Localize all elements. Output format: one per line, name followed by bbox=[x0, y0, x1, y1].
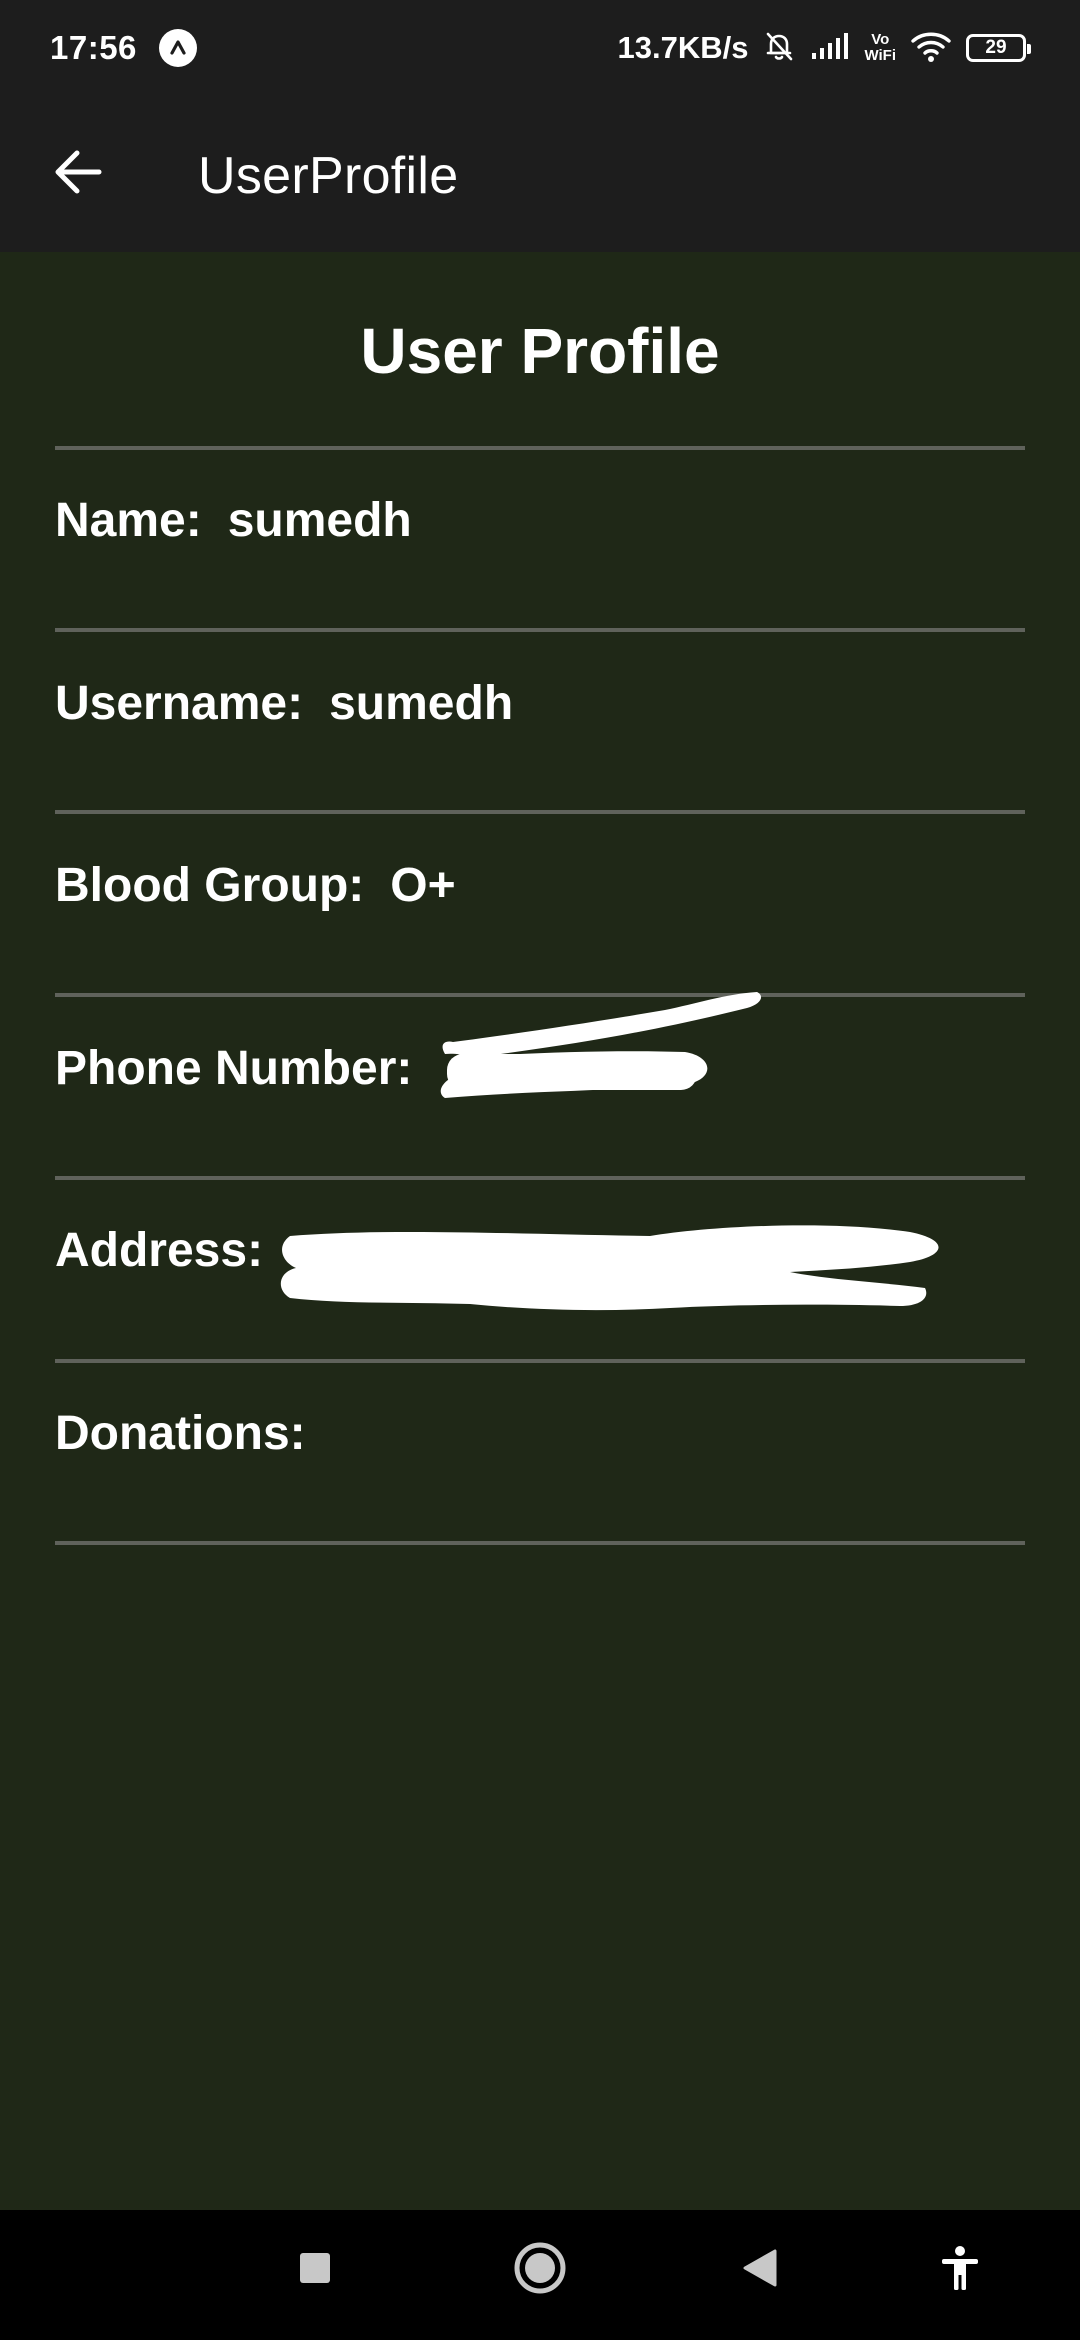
divider bbox=[55, 1359, 1025, 1363]
username-label: Username: bbox=[55, 676, 304, 730]
username-field: Username: sumedh bbox=[55, 673, 1025, 733]
vowifi-indicator: Vo WiFi bbox=[864, 32, 896, 64]
page-title: User Profile bbox=[360, 315, 720, 387]
accessibility-icon bbox=[940, 2245, 980, 2296]
divider bbox=[55, 628, 1025, 632]
divider bbox=[55, 1541, 1025, 1545]
circle-icon bbox=[512, 2240, 568, 2301]
blood-group-field: Blood Group: O+ bbox=[55, 855, 1025, 915]
bell-muted-icon bbox=[762, 29, 796, 68]
name-label: Name: bbox=[55, 493, 202, 547]
battery-level: 29 bbox=[985, 37, 1007, 58]
home-button[interactable] bbox=[505, 2230, 575, 2310]
phone-redaction-scribble bbox=[440, 992, 762, 1098]
name-field: Name: sumedh bbox=[55, 490, 1025, 550]
app-bar: UserProfile bbox=[0, 96, 1080, 252]
divider bbox=[55, 446, 1025, 450]
blood-group-value: O+ bbox=[390, 858, 456, 912]
address-redaction-scribble bbox=[280, 1225, 939, 1311]
app-bar-title: UserProfile bbox=[198, 147, 459, 205]
accessibility-button[interactable] bbox=[925, 2235, 995, 2305]
triangle-left-icon bbox=[741, 2248, 779, 2293]
blood-group-label: Blood Group: bbox=[55, 858, 365, 912]
arrow-left-icon bbox=[53, 149, 103, 200]
app-notification-icon bbox=[158, 29, 197, 67]
status-icons: 13.7KB/s Vo WiFi 29 bbox=[618, 29, 1033, 68]
nav-back-button[interactable] bbox=[725, 2235, 795, 2305]
status-time: 17:56 bbox=[50, 29, 137, 66]
recents-button[interactable] bbox=[280, 2235, 350, 2305]
donations-label: Donations: bbox=[55, 1406, 306, 1460]
square-icon bbox=[298, 2251, 332, 2290]
divider bbox=[55, 1176, 1025, 1180]
phone-number-label: Phone Number: bbox=[55, 1041, 413, 1095]
address-label: Address: bbox=[55, 1223, 264, 1277]
battery-indicator: 29 bbox=[966, 34, 1031, 62]
donations-field: Donations: bbox=[55, 1403, 1025, 1463]
network-speed: 13.7KB/s bbox=[617, 30, 749, 65]
system-nav-bar bbox=[0, 2210, 1080, 2340]
username-value: sumedh bbox=[329, 676, 514, 730]
vowifi-top: Vo bbox=[871, 31, 890, 48]
profile-content: User Profile Name: sumedh Username: sume… bbox=[0, 252, 1080, 2210]
back-button[interactable] bbox=[44, 140, 112, 208]
vowifi-bottom: WiFi bbox=[864, 47, 896, 64]
divider bbox=[55, 810, 1025, 814]
signal-icon bbox=[810, 31, 850, 66]
name-value: sumedh bbox=[227, 493, 412, 547]
wifi-icon bbox=[910, 29, 952, 68]
status-bar: 17:56 13.7KB/s Vo WiFi 29 bbox=[0, 0, 1080, 96]
